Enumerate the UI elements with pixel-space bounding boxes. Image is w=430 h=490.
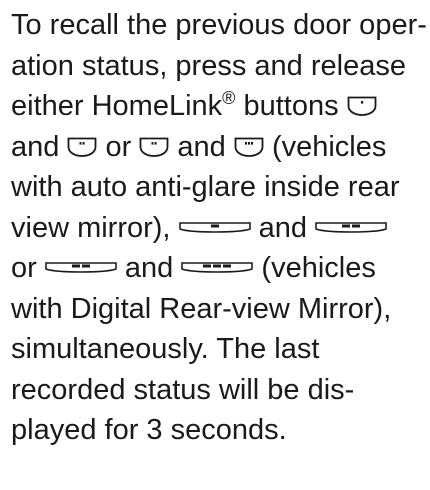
text-segment: recorded status will be dis- <box>11 373 355 406</box>
text-segment: played for 3 seconds. <box>11 414 287 447</box>
text-line: and or and (vehicles <box>11 126 426 167</box>
text-segment: simultaneously. The last <box>11 333 320 366</box>
text-segment: (vehicles <box>271 130 387 163</box>
text-segment: ation status, press and release <box>11 49 406 82</box>
text-line: ation status, press and release <box>11 45 426 86</box>
text-segment: To recall the previous door oper- <box>11 9 427 42</box>
text-segment: or <box>11 252 45 285</box>
text-segment: either HomeLink <box>11 90 223 123</box>
registered-mark: ® <box>222 88 236 108</box>
text-segment: and <box>11 130 68 163</box>
mirror-button-2-bars-icon <box>315 222 387 233</box>
text-segment: with auto anti-glare inside rear <box>11 171 400 204</box>
text-line: simultaneously. The last <box>11 328 426 369</box>
text-segment: and <box>177 130 234 163</box>
text-line: view mirror), and <box>11 207 426 248</box>
text-segment: and <box>124 252 182 285</box>
homelink-button-2-dots-icon <box>68 137 97 157</box>
text-segment: or <box>105 130 140 163</box>
mirror-button-1-bar-icon <box>178 222 251 233</box>
text-segment: with Digital Rear-view Mirror), <box>11 292 392 325</box>
homelink-button-2-dots-icon <box>139 137 169 157</box>
instruction-paragraph: To recall the previous door oper- ation … <box>11 4 427 450</box>
text-segment: and <box>258 211 316 244</box>
text-segment: buttons <box>235 90 347 123</box>
text-segment: (vehicles <box>261 252 376 285</box>
mirror-button-2-bars-icon <box>45 262 117 274</box>
text-segment: view mirror), <box>11 211 179 244</box>
text-line: or and (vehicles <box>11 247 426 288</box>
homelink-button-3-dots-icon <box>234 137 264 157</box>
homelink-button-1-dot-icon <box>347 96 377 117</box>
text-line: with auto anti-glare inside rear <box>11 166 426 207</box>
text-line: either HomeLink® buttons <box>11 85 426 126</box>
text-line: with Digital Rear-view Mirror), <box>11 288 426 329</box>
text-line: played for 3 seconds. <box>11 409 426 450</box>
text-line: To recall the previous door oper- <box>11 4 427 45</box>
text-line: recorded status will be dis- <box>11 369 426 410</box>
mirror-button-3-bars-icon <box>181 262 254 274</box>
